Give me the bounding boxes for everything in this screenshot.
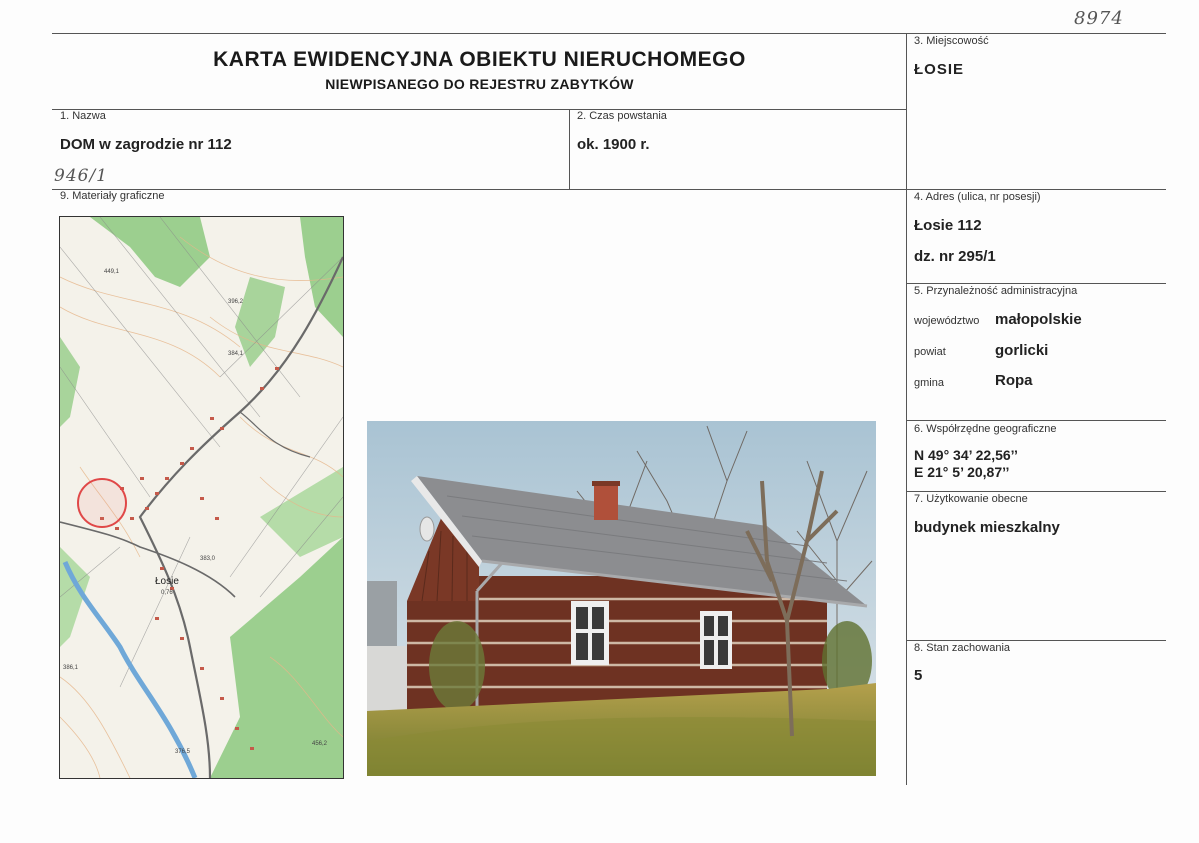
spot-height: 456,2: [312, 741, 328, 747]
spot-height: 383,0: [200, 556, 216, 562]
field-8-label: 8. Stan zachowania: [914, 642, 1011, 654]
topographic-map: 449,1 396,2 384,1 383,0 386,1 456,2 376,…: [59, 216, 344, 779]
coords-bottom-border: [906, 491, 1166, 492]
location-marker: [77, 478, 127, 528]
parcel-note-handwritten: 946/1: [54, 166, 108, 186]
forest-area: [300, 217, 343, 337]
chimney: [594, 484, 618, 520]
field-5-label: 5. Przynależność administracyjna: [914, 285, 1078, 297]
field-2-label: 2. Czas powstania: [577, 110, 667, 122]
voivodeship-key: województwo: [914, 315, 980, 327]
spot-height: 386,1: [63, 665, 79, 671]
spot-height: 376,5: [175, 749, 191, 755]
house-photo: [367, 421, 876, 776]
longitude-value: E 21° 5’ 20,87’’: [914, 464, 1010, 480]
card-subtitle: NIEWPISANEGO DO REJESTRU ZABYTKÓW: [325, 76, 634, 92]
county-key: powiat: [914, 346, 946, 358]
name-date-divider: [569, 109, 570, 189]
satellite-dish: [419, 516, 435, 542]
inventory-number-handwritten: 8974: [1074, 8, 1124, 29]
usage-bottom-border: [906, 640, 1166, 641]
voivodeship-value: małopolskie: [995, 311, 1082, 328]
field-6-label: 6. Współrzędne geograficzne: [914, 423, 1057, 435]
admin-bottom-border: [906, 420, 1166, 421]
window: [571, 601, 609, 665]
map-place-label: Łosie: [155, 576, 179, 587]
forest-area: [60, 337, 80, 427]
field-1-label: 1. Nazwa: [60, 110, 106, 122]
name-row-bottom-border: [52, 189, 1166, 190]
address-bottom-border: [906, 283, 1166, 284]
parcel-value: dz. nr 295/1: [914, 248, 996, 265]
spot-height: 396,2: [228, 299, 244, 305]
address-value: Łosie 112: [914, 217, 982, 234]
spot-height: 449,1: [104, 269, 120, 275]
object-name-value: DOM w zagrodzie nr 112: [60, 136, 232, 153]
field-7-label: 7. Użytkowanie obecne: [914, 493, 1028, 505]
map-place-sub: 0,76: [161, 590, 173, 596]
shrub: [429, 621, 485, 711]
commune-value: Ropa: [995, 372, 1033, 389]
title-bottom-border: [52, 109, 907, 110]
field-9-label: 9. Materiały graficzne: [60, 190, 165, 202]
field-3-label: 3. Miejscowość: [914, 35, 989, 47]
construction-date-value: ok. 1900 r.: [577, 136, 650, 153]
locality-value: ŁOSIE: [914, 61, 965, 78]
card-title: KARTA EWIDENCYJNA OBIEKTU NIERUCHOMEGO: [213, 48, 746, 71]
latitude-value: N 49° 34’ 22,56’’: [914, 447, 1018, 463]
current-use-value: budynek mieszkalny: [914, 519, 1060, 536]
top-border: [52, 33, 1166, 34]
window: [700, 611, 732, 669]
right-column-divider: [906, 33, 907, 785]
road: [239, 411, 311, 458]
field-4-label: 4. Adres (ulica, nr posesji): [914, 191, 1041, 203]
commune-key: gmina: [914, 377, 944, 389]
forest-area: [90, 217, 210, 287]
condition-value: 5: [914, 667, 923, 684]
spot-height: 384,1: [228, 351, 244, 357]
county-value: gorlicki: [995, 342, 1049, 359]
